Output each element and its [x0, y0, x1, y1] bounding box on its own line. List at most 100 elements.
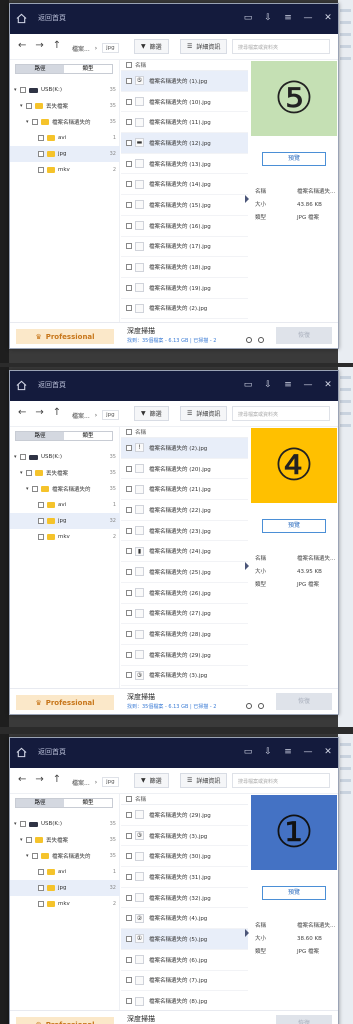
- file-row[interactable]: 檔案名稱遺失的 (19).jpg: [121, 278, 248, 299]
- row-checkbox[interactable]: [126, 610, 132, 617]
- row-checkbox[interactable]: [126, 589, 132, 596]
- row-checkbox[interactable]: [126, 506, 132, 513]
- back-home-link[interactable]: 返回首頁: [38, 380, 66, 390]
- recover-button[interactable]: 恢復: [276, 693, 332, 710]
- file-row[interactable]: 檔案名稱遺失的 (25).jpg: [121, 562, 248, 583]
- file-row[interactable]: 檔案名稱遺失的 (26).jpg: [121, 583, 248, 604]
- file-row[interactable]: 檔案名稱遺失的 (16).jpg: [121, 216, 248, 237]
- row-checkbox[interactable]: [126, 568, 132, 575]
- tree-node[interactable]: ▾ USB(K:) 35: [10, 449, 120, 465]
- preview-button[interactable]: 預覽: [262, 886, 326, 900]
- download-icon[interactable]: ⇩: [263, 12, 273, 24]
- home-icon[interactable]: [16, 380, 27, 391]
- file-row[interactable]: 檔案名稱遺失的 (30).jpg: [121, 846, 248, 868]
- row-checkbox[interactable]: [126, 631, 132, 638]
- tree-checkbox[interactable]: [38, 901, 44, 907]
- row-checkbox[interactable]: [126, 811, 132, 818]
- tree-node[interactable]: mkv 2: [10, 162, 120, 178]
- tree-checkbox[interactable]: [38, 151, 44, 157]
- tree-node[interactable]: avi 1: [10, 130, 120, 146]
- tree-node[interactable]: ▾ 檔案名稱遺失的 35: [10, 114, 120, 130]
- tree-node[interactable]: ▾ 檔案名稱遺失的 35: [10, 481, 120, 497]
- tree-node[interactable]: ▾ 檔案名稱遺失的 35: [10, 848, 120, 864]
- professional-button[interactable]: ♛ Professional: [16, 1017, 114, 1024]
- tree-node[interactable]: jpg 32: [10, 146, 120, 162]
- minimize-icon[interactable]: —: [303, 12, 313, 24]
- tab-path[interactable]: 路徑: [16, 432, 64, 440]
- tree-node[interactable]: avi 1: [10, 497, 120, 513]
- back-arrow-icon[interactable]: ←: [18, 40, 26, 51]
- row-checkbox[interactable]: [126, 998, 132, 1005]
- file-row[interactable]: 檔案名稱遺失的 (13).jpg: [121, 154, 248, 175]
- preview-button[interactable]: 預覽: [262, 152, 326, 166]
- file-row[interactable]: ③ 檔案名稱遺失的 (3).jpg: [121, 666, 248, 687]
- feedback-icon[interactable]: ▭: [243, 12, 253, 24]
- tree-node[interactable]: mkv 2: [10, 529, 120, 545]
- details-button[interactable]: ☰ 詳細資訊: [180, 406, 228, 421]
- breadcrumb-current[interactable]: jpg: [102, 43, 119, 53]
- row-checkbox[interactable]: [126, 527, 132, 534]
- tree-checkbox[interactable]: [38, 518, 44, 524]
- row-checkbox[interactable]: [126, 486, 132, 493]
- professional-button[interactable]: ♛ Professional: [16, 329, 114, 344]
- stop-icon[interactable]: [258, 337, 264, 343]
- tab-path[interactable]: 路徑: [16, 799, 64, 807]
- file-row[interactable]: 檔案名稱遺失的 (22).jpg: [121, 500, 248, 521]
- recover-button[interactable]: 恢復: [276, 327, 332, 344]
- tab-type[interactable]: 類型: [64, 65, 112, 73]
- tree-checkbox[interactable]: [20, 821, 26, 827]
- minimize-icon[interactable]: —: [303, 379, 313, 391]
- file-row[interactable]: ▬ 檔案名稱遺失的 (12).jpg: [121, 133, 248, 154]
- tree-checkbox[interactable]: [38, 885, 44, 891]
- row-checkbox[interactable]: [126, 98, 132, 105]
- tab-path[interactable]: 路徑: [16, 65, 64, 73]
- preview-button[interactable]: 預覽: [262, 519, 326, 533]
- recover-button[interactable]: 恢復: [276, 1015, 332, 1024]
- home-icon[interactable]: [16, 13, 27, 24]
- pause-icon[interactable]: [246, 703, 252, 709]
- file-row[interactable]: 檔案名稱遺失的 (28).jpg: [121, 624, 248, 645]
- row-checkbox[interactable]: [126, 832, 132, 839]
- tree-node[interactable]: ▾ USB(K:) 35: [10, 82, 120, 98]
- tree-node[interactable]: jpg 32: [10, 880, 120, 896]
- feedback-icon[interactable]: ▭: [243, 379, 253, 391]
- row-checkbox[interactable]: [126, 672, 132, 679]
- breadcrumb-root[interactable]: 檔案...: [72, 778, 90, 787]
- file-row[interactable]: 檔案名稱遺失的 (15).jpg: [121, 195, 248, 216]
- tree-node[interactable]: mkv 2: [10, 896, 120, 912]
- home-icon[interactable]: [16, 747, 27, 758]
- column-name-label[interactable]: 名稱: [135, 428, 146, 436]
- select-all-checkbox[interactable]: [126, 429, 132, 435]
- tree-checkbox[interactable]: [38, 167, 44, 173]
- up-arrow-icon[interactable]: ↑: [53, 774, 61, 785]
- row-checkbox[interactable]: [126, 894, 132, 901]
- close-icon[interactable]: ✕: [323, 746, 333, 758]
- collapse-arrow-icon[interactable]: [245, 195, 249, 203]
- minimize-icon[interactable]: —: [303, 746, 313, 758]
- details-button[interactable]: ☰ 詳細資訊: [180, 773, 228, 788]
- collapse-arrow-icon[interactable]: [245, 562, 249, 570]
- row-checkbox[interactable]: [126, 915, 132, 922]
- row-checkbox[interactable]: [126, 139, 132, 146]
- tree-checkbox[interactable]: [26, 103, 32, 109]
- row-checkbox[interactable]: [126, 119, 132, 126]
- file-row[interactable]: 檔案名稱遺失的 (32).jpg: [121, 888, 248, 909]
- column-name-label[interactable]: 名稱: [135, 795, 146, 803]
- row-checkbox[interactable]: [126, 853, 132, 860]
- row-checkbox[interactable]: [126, 444, 132, 451]
- tree-checkbox[interactable]: [38, 502, 44, 508]
- download-icon[interactable]: ⇩: [263, 379, 273, 391]
- row-checkbox[interactable]: [126, 956, 132, 963]
- row-checkbox[interactable]: [126, 264, 132, 271]
- row-checkbox[interactable]: [126, 222, 132, 229]
- select-all-checkbox[interactable]: [126, 62, 132, 68]
- close-icon[interactable]: ✕: [323, 12, 333, 24]
- professional-button[interactable]: ♛ Professional: [16, 695, 114, 710]
- file-row[interactable]: 檔案名稱遺失的 (10).jpg: [121, 92, 248, 113]
- row-checkbox[interactable]: [126, 873, 132, 880]
- row-checkbox[interactable]: [126, 160, 132, 167]
- tree-checkbox[interactable]: [20, 87, 26, 93]
- row-checkbox[interactable]: [126, 181, 132, 188]
- file-row[interactable]: 檔案名稱遺失的 (17).jpg: [121, 237, 248, 258]
- tree-checkbox[interactable]: [32, 486, 38, 492]
